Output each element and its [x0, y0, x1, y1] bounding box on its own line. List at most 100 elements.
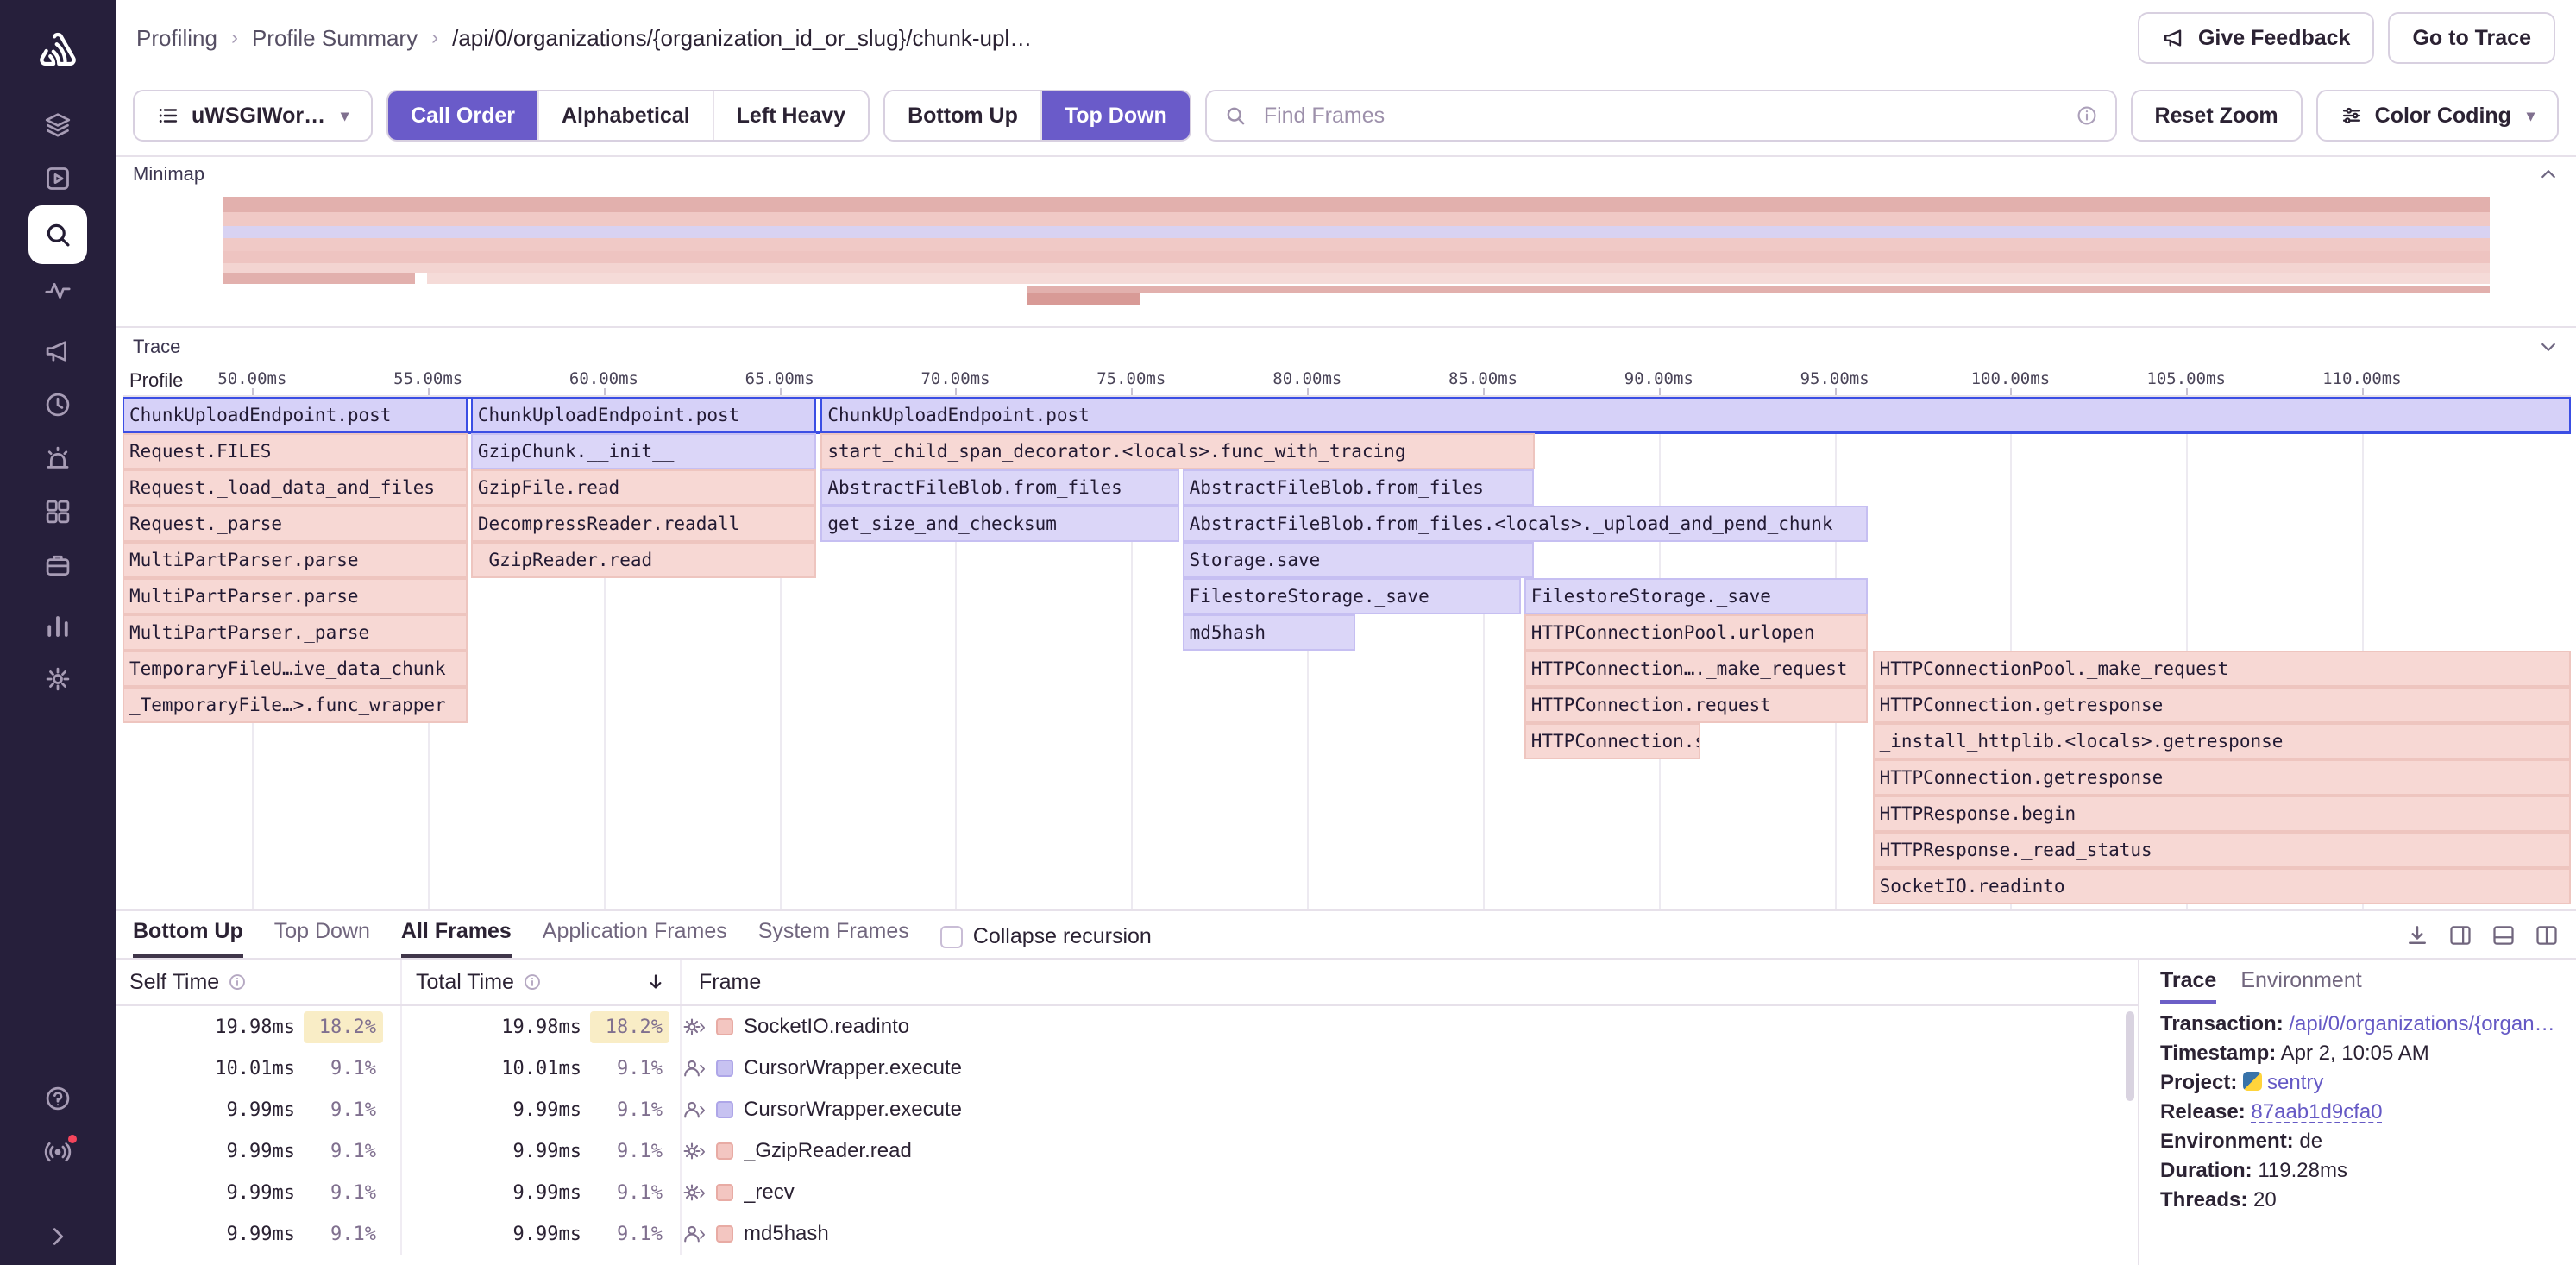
tab-bottom-up[interactable]: Bottom Up: [133, 919, 243, 958]
flame-frame[interactable]: HTTPConnection.getresponse: [1873, 759, 2571, 796]
expand-chevron-icon[interactable]: ›: [699, 1224, 706, 1244]
sentry-logo[interactable]: [35, 28, 80, 72]
total-time-header[interactable]: Total Time: [416, 970, 514, 995]
sort-descending-icon[interactable]: [645, 972, 666, 992]
performance-icon[interactable]: [43, 276, 72, 305]
detail-value[interactable]: sentry: [2267, 1071, 2323, 1094]
flame-frame[interactable]: start_child_span_decorator.<locals>.func…: [820, 433, 1534, 469]
flame-frame[interactable]: _GzipReader.read: [471, 542, 816, 578]
flame-frame[interactable]: MultiPartParser._parse: [123, 614, 468, 651]
checkbox-icon[interactable]: [940, 926, 963, 948]
left-heavy-button[interactable]: Left Heavy: [713, 91, 868, 140]
flame-frame[interactable]: Request._load_data_and_files: [123, 469, 468, 506]
flame-frame[interactable]: HTTPConnectionPool.urlopen: [1524, 614, 1868, 651]
issues-icon[interactable]: [43, 110, 72, 140]
feedback-icon[interactable]: [43, 337, 72, 366]
self-time-header[interactable]: Self Time: [129, 970, 219, 995]
give-feedback-button[interactable]: Give Feedback: [2138, 12, 2374, 64]
flame-frame[interactable]: DecompressReader.readall: [471, 506, 816, 542]
whats-new-icon[interactable]: [43, 1137, 72, 1167]
expand-chevron-icon[interactable]: ›: [699, 1182, 706, 1203]
detail-field[interactable]: Project: sentry: [2160, 1068, 2555, 1098]
layout-bottom-panel-icon[interactable]: [2491, 923, 2516, 947]
flame-frame[interactable]: HTTPConnection.getresponse: [1873, 687, 2571, 723]
collapse-recursion-checkbox[interactable]: Collapse recursion: [940, 924, 1152, 958]
frame-cell[interactable]: ›_GzipReader.read: [682, 1130, 2138, 1172]
chevron-down-icon[interactable]: [2538, 337, 2559, 357]
table-row[interactable]: 9.99ms9.1%9.99ms9.1%›CursorWrapper.execu…: [116, 1089, 2138, 1130]
flame-frame[interactable]: get_size_and_checksum: [820, 506, 1178, 542]
expand-chevron-icon[interactable]: ›: [699, 1099, 706, 1120]
tab-environment[interactable]: Environment: [2240, 968, 2361, 1004]
alerts-icon[interactable]: [43, 444, 72, 473]
frame-cell[interactable]: ›_recv: [682, 1172, 2138, 1213]
layout-split-columns-icon[interactable]: [2535, 923, 2559, 947]
flame-frame[interactable]: MultiPartParser.parse: [123, 578, 468, 614]
detail-value[interactable]: 87aab1d9cfa0: [2251, 1100, 2382, 1123]
flame-frame[interactable]: _TemporaryFile…>.func_wrapper: [123, 687, 468, 723]
expand-chevron-icon[interactable]: ›: [699, 1141, 706, 1161]
flame-frame[interactable]: HTTPConnection.request: [1524, 687, 1868, 723]
top-down-button[interactable]: Top Down: [1040, 91, 1190, 140]
expand-chevron-icon[interactable]: ›: [699, 1058, 706, 1079]
table-row[interactable]: 10.01ms9.1%10.01ms9.1%›CursorWrapper.exe…: [116, 1048, 2138, 1089]
flame-frame[interactable]: AbstractFileBlob.from_files: [820, 469, 1178, 506]
help-icon[interactable]: [43, 1084, 72, 1113]
table-row[interactable]: 9.99ms9.1%9.99ms9.1%›md5hash: [116, 1213, 2138, 1255]
flame-frame[interactable]: ChunkUploadEndpoint.post: [123, 397, 468, 433]
flame-frame[interactable]: GzipFile.read: [471, 469, 816, 506]
flame-frame[interactable]: HTTPConnection…._make_request: [1524, 651, 1868, 687]
collapse-sidebar-icon[interactable]: [45, 1222, 71, 1251]
table-row[interactable]: 9.99ms9.1%9.99ms9.1%›_GzipReader.read: [116, 1130, 2138, 1172]
info-icon[interactable]: [2076, 104, 2098, 127]
call-order-button[interactable]: Call Order: [388, 91, 537, 140]
table-row[interactable]: 9.99ms9.1%9.99ms9.1%›_recv: [116, 1172, 2138, 1213]
flame-frame[interactable]: Storage.save: [1183, 542, 1535, 578]
crons-icon[interactable]: [43, 390, 72, 419]
chevron-up-icon[interactable]: [2538, 164, 2559, 185]
breadcrumb-profile-summary[interactable]: Profile Summary: [252, 25, 418, 52]
flame-frame[interactable]: FilestoreStorage._save: [1183, 578, 1521, 614]
tab-top-down[interactable]: Top Down: [274, 919, 370, 958]
tab-system-frames[interactable]: System Frames: [758, 919, 909, 958]
flame-frame[interactable]: _install_httplib.<locals>.getresponse: [1873, 723, 2571, 759]
thread-selector[interactable]: uWSGIWor… ▾: [133, 90, 373, 142]
flame-frame[interactable]: md5hash: [1183, 614, 1355, 651]
flame-frame[interactable]: HTTPResponse._read_status: [1873, 832, 2571, 868]
frame-cell[interactable]: ›SocketIO.readinto: [682, 1006, 2138, 1048]
alphabetical-button[interactable]: Alphabetical: [537, 91, 713, 140]
tab-application-frames[interactable]: Application Frames: [543, 919, 727, 958]
detail-field[interactable]: Release: 87aab1d9cfa0: [2160, 1098, 2555, 1127]
layout-sidebar-right-icon[interactable]: [2448, 923, 2472, 947]
frame-cell[interactable]: ›md5hash: [682, 1213, 2138, 1255]
frame-cell[interactable]: ›CursorWrapper.execute: [682, 1089, 2138, 1130]
breadcrumb-profiling[interactable]: Profiling: [136, 25, 217, 52]
flame-frame[interactable]: HTTPConnection.send: [1524, 723, 1700, 759]
expand-chevron-icon[interactable]: ›: [699, 1016, 706, 1037]
table-scrollbar[interactable]: [2126, 1011, 2134, 1101]
flame-frame[interactable]: SocketIO.readinto: [1873, 868, 2571, 904]
flame-frame[interactable]: TemporaryFileU…ive_data_chunk: [123, 651, 468, 687]
flame-frame[interactable]: ChunkUploadEndpoint.post: [820, 397, 2571, 433]
flame-frame[interactable]: FilestoreStorage._save: [1524, 578, 1868, 614]
detail-value[interactable]: /api/0/organizations/{organ…: [2289, 1012, 2554, 1035]
table-row[interactable]: 19.98ms18.2%19.98ms18.2%›SocketIO.readin…: [116, 1006, 2138, 1048]
flame-frame[interactable]: ChunkUploadEndpoint.post: [471, 397, 816, 433]
flame-frame[interactable]: MultiPartParser.parse: [123, 542, 468, 578]
tab-trace[interactable]: Trace: [2160, 968, 2216, 1004]
dashboards-icon[interactable]: [43, 497, 72, 526]
stats-icon[interactable]: [43, 611, 72, 640]
reset-zoom-button[interactable]: Reset Zoom: [2131, 90, 2303, 142]
flame-frame[interactable]: HTTPResponse.begin: [1873, 796, 2571, 832]
frame-cell[interactable]: ›CursorWrapper.execute: [682, 1048, 2138, 1089]
download-icon[interactable]: [2405, 923, 2429, 947]
flame-frame[interactable]: HTTPConnectionPool._make_request: [1873, 651, 2571, 687]
flame-frame[interactable]: AbstractFileBlob.from_files.<locals>._up…: [1183, 506, 1868, 542]
find-frames-input[interactable]: [1260, 102, 2062, 130]
flame-frame[interactable]: GzipChunk.__init__: [471, 433, 816, 469]
settings-icon[interactable]: [43, 664, 72, 694]
flame-frame[interactable]: Request._parse: [123, 506, 468, 542]
bottom-up-button[interactable]: Bottom Up: [885, 91, 1040, 140]
color-coding-button[interactable]: Color Coding ▾: [2316, 90, 2559, 142]
go-to-trace-button[interactable]: Go to Trace: [2388, 12, 2555, 64]
